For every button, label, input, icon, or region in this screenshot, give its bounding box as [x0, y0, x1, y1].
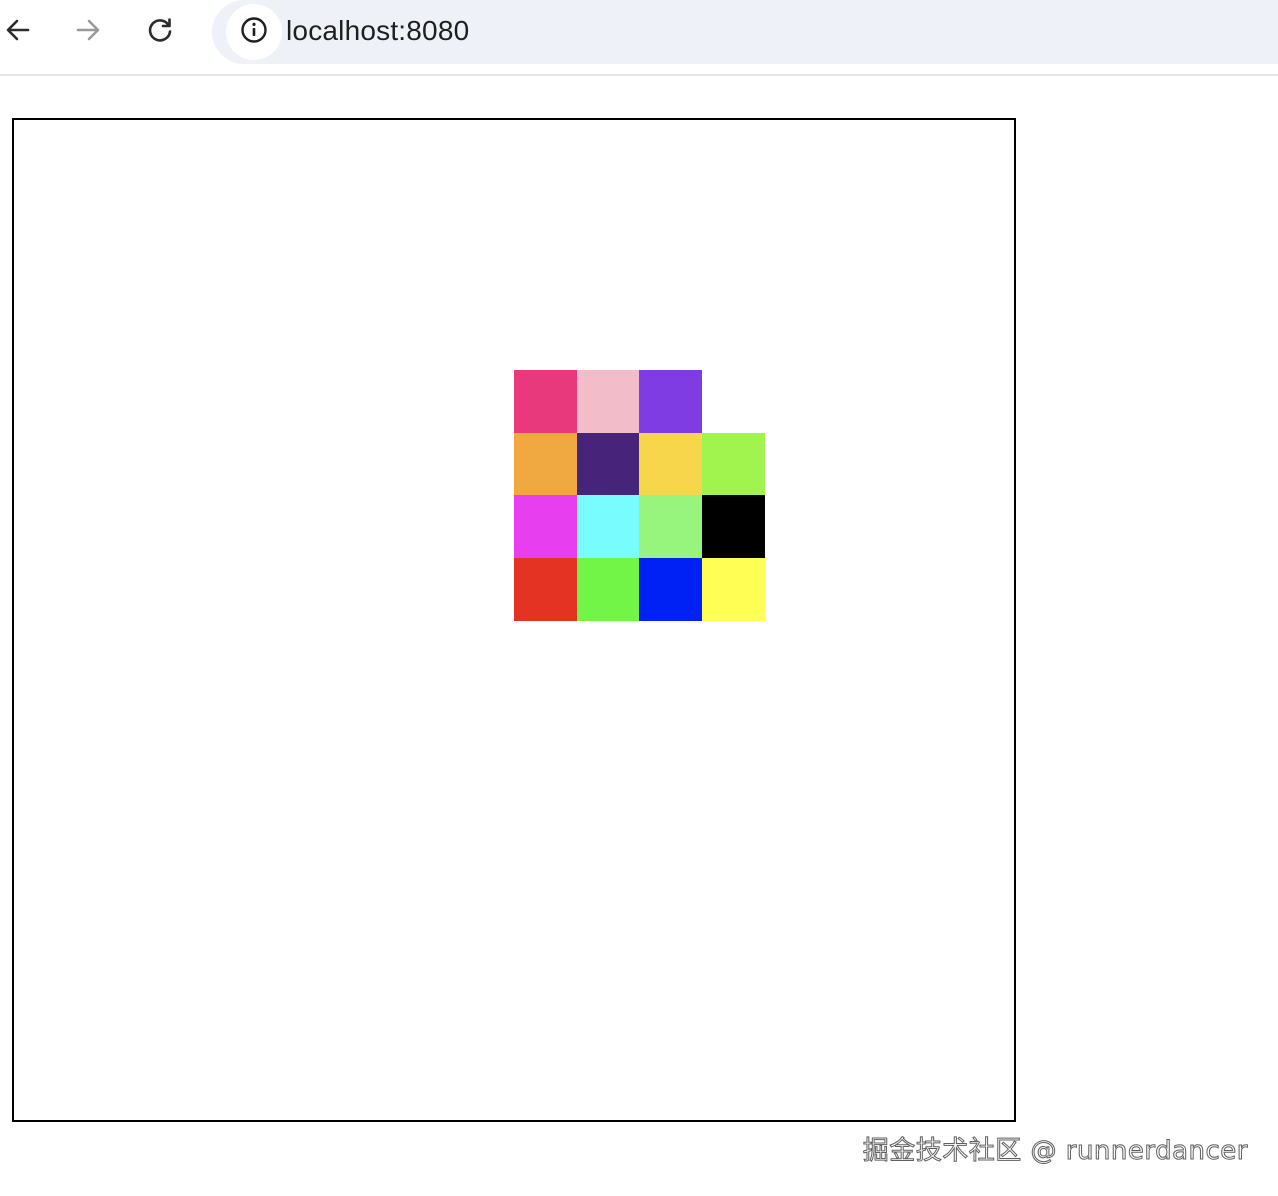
reload-button[interactable] [142, 12, 178, 48]
page-canvas [12, 118, 1016, 1122]
color-tile [639, 370, 702, 433]
address-bar[interactable]: localhost:8080 [212, 0, 1278, 64]
arrow-right-icon [74, 16, 102, 44]
tile-grid [14, 120, 1014, 1120]
url-text[interactable]: localhost:8080 [286, 13, 469, 49]
color-tile [701, 432, 765, 496]
back-button[interactable] [0, 12, 36, 48]
browser-toolbar: localhost:8080 [0, 0, 1278, 76]
site-info-button[interactable] [226, 4, 282, 60]
watermark: 掘金技术社区 @ runnerdancer [862, 1136, 1248, 1167]
color-tile [639, 557, 702, 621]
color-tile [514, 557, 577, 621]
color-tile [576, 557, 640, 621]
color-tile [639, 432, 702, 496]
color-tile [514, 495, 577, 558]
forward-button[interactable] [70, 12, 106, 48]
info-icon [240, 16, 268, 49]
color-tile [576, 370, 640, 433]
color-tile [514, 370, 577, 433]
color-tile [576, 495, 640, 558]
color-tile [639, 495, 702, 558]
color-tile [576, 432, 640, 496]
arrow-left-icon [4, 16, 32, 44]
color-tile [514, 432, 577, 496]
color-tile [701, 495, 765, 558]
reload-icon [146, 16, 174, 44]
color-tile [701, 557, 765, 621]
